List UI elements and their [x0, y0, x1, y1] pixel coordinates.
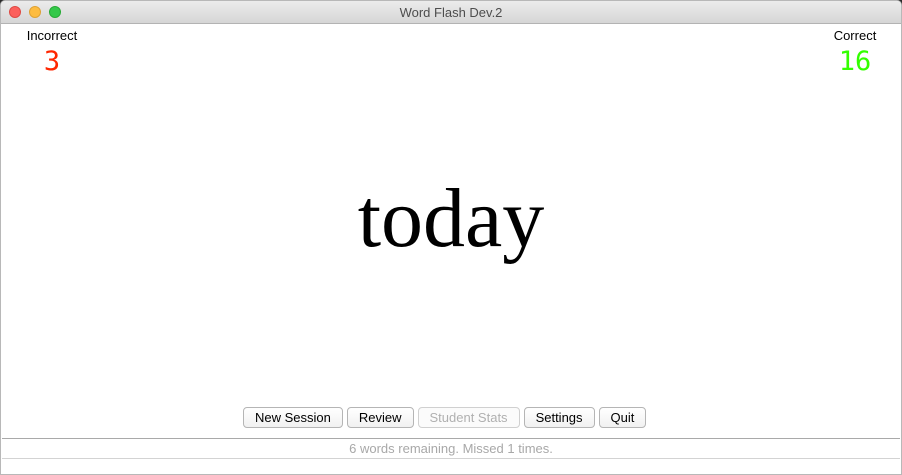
- status-bar: 6 words remaining. Missed 1 times.: [2, 438, 900, 459]
- app-window: Word Flash Dev.2 Incorrect 3 Correct 16 …: [0, 0, 902, 475]
- window-title: Word Flash Dev.2: [399, 5, 503, 20]
- flash-word: today: [357, 172, 545, 265]
- incorrect-score: Incorrect 3: [21, 28, 83, 77]
- student-stats-button: Student Stats: [417, 407, 520, 428]
- new-session-button[interactable]: New Session: [243, 407, 343, 428]
- button-bar: New Session Review Student Stats Setting…: [243, 407, 647, 428]
- incorrect-label: Incorrect: [26, 28, 78, 43]
- bottom-area: [1, 459, 901, 474]
- review-button[interactable]: Review: [346, 407, 414, 428]
- settings-button[interactable]: Settings: [523, 407, 595, 428]
- correct-score: Correct 16: [827, 28, 883, 77]
- correct-count: 16: [838, 46, 872, 77]
- quit-button[interactable]: Quit: [598, 407, 647, 428]
- title-bar[interactable]: Word Flash Dev.2: [1, 1, 901, 24]
- incorrect-count: 3: [43, 46, 61, 77]
- correct-label: Correct: [833, 28, 877, 43]
